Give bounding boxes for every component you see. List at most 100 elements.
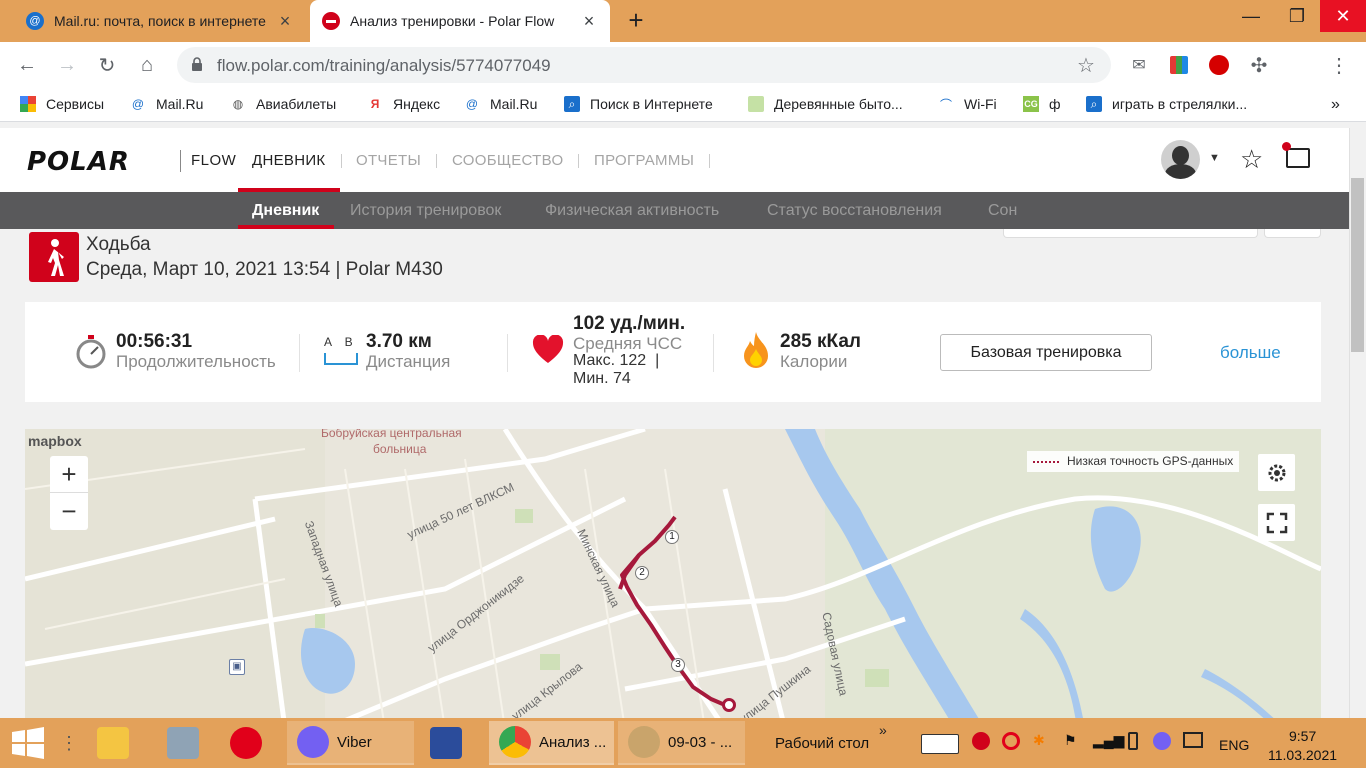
polar-logo[interactable]: POLAR [27, 147, 130, 177]
extensions-puzzle-icon[interactable]: ✣ [1244, 50, 1274, 80]
tab-title: Анализ тренировки - Polar Flow [350, 13, 555, 29]
bookmark-yandex[interactable]: Я Яндекс [367, 96, 440, 112]
clock-time[interactable]: 9:57 [1289, 728, 1316, 744]
bookmarks-overflow-button[interactable]: » [1331, 96, 1340, 114]
distance-ab-label: A B [324, 335, 353, 349]
language-indicator[interactable]: ENG [1219, 737, 1249, 753]
extension-calendar-icon[interactable] [1164, 50, 1194, 80]
reload-icon[interactable]: ↻ [92, 50, 122, 80]
bookmark-wifi[interactable]: ⌒ Wi-Fi [938, 96, 997, 112]
windows-start-icon[interactable] [10, 721, 48, 765]
home-icon[interactable]: ⌂ [132, 50, 162, 80]
ruler-icon [324, 353, 358, 365]
globe-icon: ◍ [232, 97, 244, 111]
nav-reports[interactable]: ОТЧЕТЫ [356, 152, 421, 169]
route-map[interactable]: 1 2 3 Бобруйская центральная больница За… [25, 429, 1321, 718]
nav-diary[interactable]: ДНЕВНИК [252, 152, 325, 169]
clock-date[interactable]: 11.03.2021 [1268, 747, 1337, 763]
close-tab-icon[interactable]: × [580, 11, 598, 32]
hr-max: Макс. 122 | [573, 352, 660, 369]
lock-icon [192, 57, 202, 71]
menu-kebab-icon[interactable]: ⋮ [1324, 50, 1354, 80]
map-settings-gear-icon[interactable] [1258, 454, 1295, 491]
maximize-button[interactable]: ❐ [1274, 0, 1320, 32]
notifications-icon[interactable] [1282, 142, 1310, 168]
dotted-line-icon [1033, 460, 1059, 463]
mailru-icon: @ [131, 97, 145, 111]
bookmark-cg[interactable]: CG ф [1023, 96, 1061, 112]
minimize-button[interactable]: — [1228, 0, 1274, 32]
zoom-out-button[interactable]: − [50, 493, 88, 530]
forward-icon[interactable]: → [52, 50, 82, 80]
hr-avg-value: 102 уд./мин. [573, 313, 686, 334]
back-icon[interactable]: ← [12, 50, 42, 80]
viber-tray-icon[interactable] [1153, 732, 1171, 750]
signal-icon[interactable]: ▂▄▆ [1093, 732, 1124, 749]
file-explorer-icon[interactable] [97, 721, 137, 765]
training-benefit-button[interactable]: Базовая тренировка [940, 334, 1152, 371]
taskbar-paint[interactable]: 09-03 - ... [618, 721, 745, 765]
close-tab-icon[interactable]: × [276, 11, 294, 32]
bookmark-search[interactable]: ⌕ Поиск в Интернете [564, 96, 713, 112]
flag-icon[interactable]: ⚑ [1064, 732, 1077, 749]
route-marker-2[interactable]: 2 [635, 566, 649, 580]
plugin-tray-icon[interactable]: ✱ [1033, 732, 1045, 749]
folder-icon [748, 96, 764, 112]
fullscreen-icon[interactable] [1258, 504, 1295, 541]
hidden-button[interactable] [1264, 229, 1321, 238]
route-marker-3[interactable]: 3 [671, 658, 685, 672]
search-icon: ⌕ [564, 96, 580, 112]
tab-title: Mail.ru: почта, поиск в интернете [54, 13, 266, 29]
new-tab-button[interactable]: + [622, 6, 650, 34]
bookmark-mailru[interactable]: @ Mail.Ru [130, 96, 204, 112]
desktop-toolbar-chevron[interactable]: » [879, 722, 887, 738]
subnav-activity[interactable]: Физическая активность [545, 202, 719, 220]
battery-icon[interactable] [1128, 732, 1138, 750]
adblock-icon[interactable] [1204, 50, 1234, 80]
yandex-icon: Я [370, 97, 380, 111]
bookmark-wooden[interactable]: Деревянные быто... [748, 96, 903, 112]
url-text: flow.polar.com/training/analysis/5774077… [217, 56, 551, 75]
nav-community[interactable]: СООБЩЕСТВО [452, 152, 563, 169]
bookmark-mailru-2[interactable]: @ Mail.Ru [464, 96, 538, 112]
taskbar-chrome[interactable]: Анализ ... [489, 721, 614, 765]
opera-icon[interactable] [230, 721, 270, 765]
route-marker-1[interactable]: 1 [665, 530, 679, 544]
subnav-sleep[interactable]: Сон [988, 202, 1017, 220]
hidden-dropdown[interactable] [1003, 229, 1258, 238]
more-link[interactable]: больше [1220, 343, 1281, 363]
scrollbar-thumb[interactable] [1351, 178, 1364, 352]
tab-mailru[interactable]: @ Mail.ru: почта, поиск в интернете × [14, 0, 306, 42]
polar-tray-icon[interactable] [972, 732, 990, 750]
subnav-recovery[interactable]: Статус восстановления [767, 202, 942, 220]
browser-tab-strip: @ Mail.ru: почта, поиск в интернете × Ан… [0, 0, 1366, 42]
hr-avg-label: Средняя ЧСС [573, 334, 683, 353]
extension-mail-icon[interactable]: ✉ [1124, 50, 1154, 80]
user-avatar[interactable] [1161, 140, 1200, 179]
desktop-toolbar[interactable]: Рабочий стол [775, 721, 869, 765]
bookmark-aviabilety[interactable]: ◍ Авиабилеты [230, 96, 336, 112]
windows-taskbar: ⋮ Viber Анализ ... 09-03 - ... Рабочий с… [0, 718, 1366, 768]
keyboard-icon[interactable] [921, 734, 959, 754]
route-finish-marker[interactable] [722, 698, 736, 712]
tab-polar-flow[interactable]: Анализ тренировки - Polar Flow × [310, 0, 610, 42]
favorites-star-icon[interactable]: ☆ [1240, 144, 1263, 175]
zoom-in-button[interactable]: + [50, 456, 88, 493]
bookmark-star-icon[interactable]: ☆ [1077, 53, 1095, 78]
bookmark-services[interactable]: Сервисы [20, 96, 104, 112]
taskbar-viber[interactable]: Viber [287, 721, 414, 765]
subnav-training-history[interactable]: История тренировок [350, 202, 501, 220]
network-monitor-icon[interactable] [1183, 732, 1203, 748]
chevron-down-icon[interactable]: ▼ [1209, 152, 1220, 164]
divider [436, 154, 437, 168]
task-view-icon[interactable]: ⋮ [60, 721, 78, 765]
subnav-diary[interactable]: Дневник [252, 202, 319, 220]
opera-tray-icon[interactable] [1002, 732, 1020, 750]
address-bar[interactable]: flow.polar.com/training/analysis/5774077… [177, 47, 1111, 83]
window-close-button[interactable]: ✕ [1320, 0, 1366, 32]
map-label: больница [373, 442, 427, 456]
nav-programs[interactable]: ПРОГРАММЫ [594, 152, 694, 169]
bookmark-games[interactable]: ⌕ играть в стрелялки... [1086, 96, 1247, 112]
calculator-icon[interactable] [167, 721, 207, 765]
save-disk-icon[interactable] [430, 721, 470, 765]
